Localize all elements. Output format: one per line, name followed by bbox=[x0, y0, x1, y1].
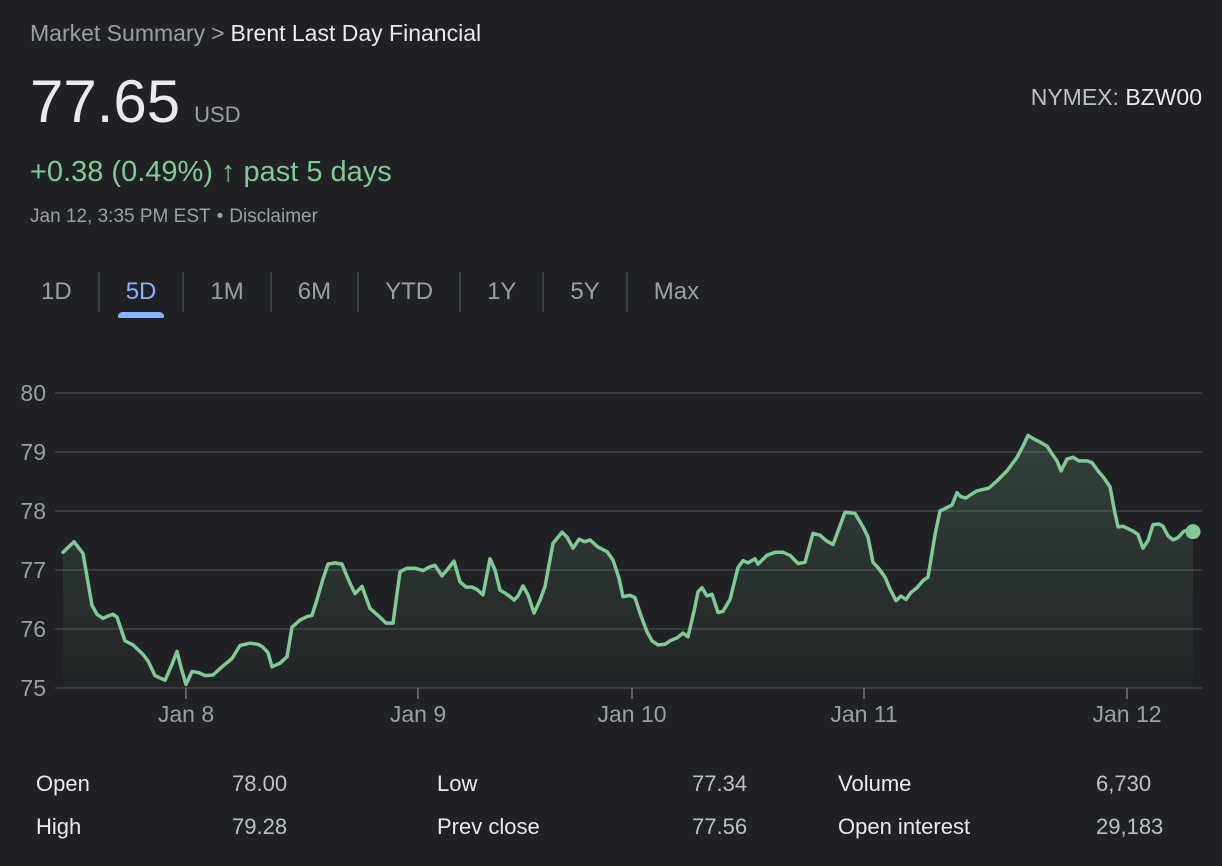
stat-value: 29,183 bbox=[1096, 814, 1163, 840]
stat-label: Low bbox=[437, 771, 477, 797]
stat-value: 77.34 bbox=[692, 771, 747, 797]
breadcrumb-separator: > bbox=[211, 20, 224, 46]
x-axis-label: Jan 10 bbox=[597, 701, 666, 725]
stat-value: 78.00 bbox=[232, 771, 287, 797]
separator-dot: • bbox=[217, 206, 224, 227]
stat-open: Open 78.00 bbox=[36, 762, 381, 805]
stat-value: 79.28 bbox=[232, 814, 287, 840]
stats-column-1: Open 78.00 High 79.28 bbox=[36, 762, 381, 848]
tab-label: Max bbox=[654, 278, 699, 306]
stat-label: Prev close bbox=[437, 814, 540, 840]
tab-1m[interactable]: 1M bbox=[184, 266, 269, 318]
stat-volume: Volume 6,730 bbox=[838, 762, 1208, 805]
breadcrumb: Market Summary> Brent Last Day Financial bbox=[30, 18, 481, 48]
finance-quote-widget: Market Summary>Brent Last Day Financial … bbox=[0, 0, 1222, 866]
y-axis-label: 76 bbox=[20, 616, 46, 642]
breadcrumb-current: Brent Last Day Financial bbox=[231, 20, 482, 46]
tab-label: 5D bbox=[126, 278, 157, 306]
tab-label: YTD bbox=[385, 278, 433, 306]
tab-label: 1D bbox=[41, 278, 72, 306]
tab-5d[interactable]: 5D bbox=[100, 266, 183, 318]
tab-1d[interactable]: 1D bbox=[15, 266, 98, 318]
exchange-ticker: NYMEX: BZW00 bbox=[1031, 84, 1202, 111]
stat-label: Volume bbox=[838, 771, 911, 797]
price-change: +0.38 (0.49%)↑past 5 days bbox=[30, 156, 392, 189]
range-tabs: 1D 5D 1M 6M YTD 1Y 5Y Max bbox=[15, 266, 725, 318]
stat-label: Open bbox=[36, 771, 90, 797]
price-value: 77.65 bbox=[30, 72, 180, 132]
price-row: 77.65 USD bbox=[30, 72, 241, 132]
breadcrumb-market-summary-link[interactable]: Market Summary bbox=[30, 20, 205, 46]
tab-max[interactable]: Max bbox=[628, 266, 725, 318]
tab-label: 1Y bbox=[487, 278, 516, 306]
tab-1y[interactable]: 1Y bbox=[461, 266, 542, 318]
x-axis-label: Jan 8 bbox=[158, 701, 214, 725]
stat-prev-close: Prev close 77.56 bbox=[437, 805, 797, 848]
price-area-fill bbox=[63, 436, 1193, 689]
last-price-dot bbox=[1186, 524, 1201, 539]
stat-open-interest: Open interest 29,183 bbox=[838, 805, 1208, 848]
arrow-up-icon: ↑ bbox=[221, 156, 236, 188]
y-axis-label: 80 bbox=[20, 380, 46, 406]
y-axis-label: 79 bbox=[20, 439, 46, 465]
stat-value: 6,730 bbox=[1096, 771, 1151, 797]
x-axis-label: Jan 9 bbox=[390, 701, 446, 725]
tab-label: 1M bbox=[210, 278, 243, 306]
price-currency: USD bbox=[194, 102, 240, 128]
tab-ytd[interactable]: YTD bbox=[359, 266, 459, 318]
selected-tab-indicator bbox=[118, 312, 164, 318]
tab-6m[interactable]: 6M bbox=[272, 266, 357, 318]
y-axis-label: 77 bbox=[20, 557, 46, 583]
ticker-symbol: BZW00 bbox=[1125, 84, 1202, 110]
quote-timestamp: Jan 12, 3:35 PM EST •Disclaimer bbox=[30, 206, 318, 228]
stat-high: High 79.28 bbox=[36, 805, 381, 848]
x-axis-label: Jan 11 bbox=[830, 701, 897, 725]
stats-column-3: Volume 6,730 Open interest 29,183 bbox=[838, 762, 1208, 848]
y-axis-label: 75 bbox=[20, 675, 46, 701]
timestamp-text: Jan 12, 3:35 PM EST bbox=[30, 206, 211, 227]
change-amount: +0.38 (0.49%) bbox=[30, 156, 213, 188]
change-period: past 5 days bbox=[243, 156, 391, 188]
tab-label: 6M bbox=[298, 278, 331, 306]
disclaimer-link[interactable]: Disclaimer bbox=[229, 206, 318, 227]
x-axis-label: Jan 12 bbox=[1092, 701, 1161, 725]
tab-label: 5Y bbox=[570, 278, 599, 306]
stat-low: Low 77.34 bbox=[437, 762, 797, 805]
y-axis-label: 78 bbox=[20, 498, 46, 524]
stat-value: 77.56 bbox=[692, 814, 747, 840]
stats-column-2: Low 77.34 Prev close 77.56 bbox=[437, 762, 797, 848]
stat-label: High bbox=[36, 814, 81, 840]
exchange-label: NYMEX: bbox=[1031, 84, 1119, 110]
tab-5y[interactable]: 5Y bbox=[544, 266, 625, 318]
stat-label: Open interest bbox=[838, 814, 970, 840]
price-chart[interactable]: 80 79 78 77 76 75 Jan 8 Jan 9 Jan 10 Jan 11 Jan 12 bbox=[0, 380, 1222, 725]
